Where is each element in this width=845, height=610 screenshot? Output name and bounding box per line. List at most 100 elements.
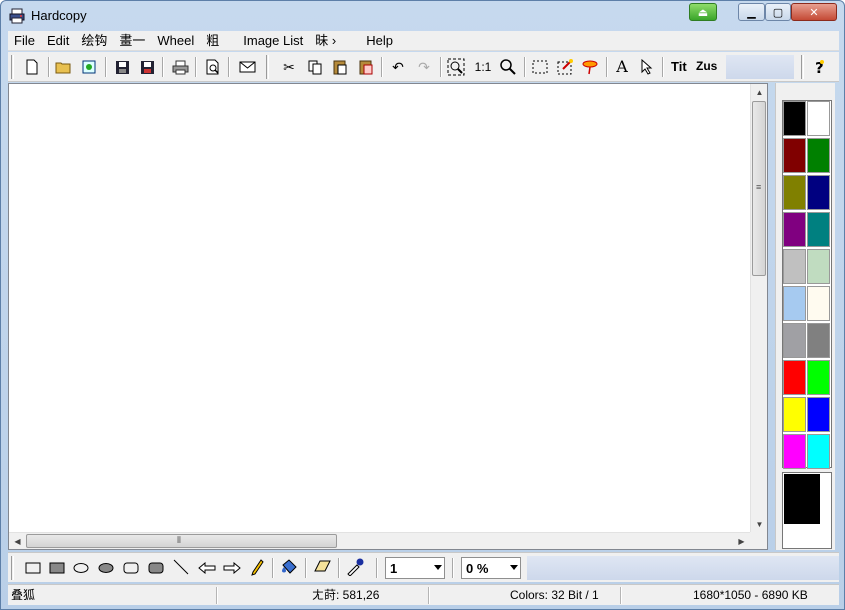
rounded-rect-outline-icon[interactable] xyxy=(123,562,139,574)
image-canvas[interactable]: ▲ ≡ ▼ ◀ ⦀ ▶ xyxy=(8,83,768,550)
toolbar-grip[interactable] xyxy=(266,55,269,79)
vertical-scroll-thumb[interactable]: ≡ xyxy=(752,101,766,276)
rectangle-filled-icon[interactable] xyxy=(49,562,65,574)
line-width-value: 1 xyxy=(390,560,398,576)
color-swatch[interactable] xyxy=(783,397,806,432)
menu-item-4[interactable]: 畫一 xyxy=(113,31,151,51)
save-as-icon[interactable] xyxy=(136,56,158,78)
menu-bar: File Edit 绘钩 畫一 Wheel 粗 Image List 昧 › H… xyxy=(8,31,839,51)
color-swatch[interactable] xyxy=(783,101,806,136)
menu-item-3[interactable]: 绘钩 xyxy=(75,31,113,51)
ellipse-outline-icon[interactable] xyxy=(73,562,89,574)
arrow-right-icon[interactable] xyxy=(223,562,241,574)
copy-icon[interactable] xyxy=(304,56,326,78)
color-swatch[interactable] xyxy=(807,101,830,136)
fill-bucket-icon[interactable] xyxy=(280,558,298,576)
rounded-rect-filled-icon[interactable] xyxy=(148,562,164,574)
close-button[interactable]: ✕ xyxy=(791,3,837,21)
color-swatch[interactable] xyxy=(783,434,806,469)
magic-select-icon[interactable] xyxy=(554,56,576,78)
print-preview-icon[interactable] xyxy=(202,56,224,78)
maximize-button[interactable]: ▢ xyxy=(765,3,791,21)
color-swatch[interactable] xyxy=(807,323,830,358)
toolbar-separator xyxy=(272,558,274,578)
scroll-right-icon[interactable]: ▶ xyxy=(733,533,750,550)
status-bar: 叠狐 ㄤ莳: 581,26 Colors: 32 Bit / 1 1680*10… xyxy=(8,584,839,605)
rectangle-outline-icon[interactable] xyxy=(25,562,41,574)
toolbar-empty-band xyxy=(527,556,839,580)
new-document-icon[interactable] xyxy=(21,56,43,78)
paste-special-icon[interactable] xyxy=(355,56,377,78)
open-folder-icon[interactable] xyxy=(53,56,75,78)
lasso-icon[interactable] xyxy=(579,56,601,78)
toolbar-grip[interactable] xyxy=(801,55,804,79)
open-image-icon[interactable] xyxy=(79,56,101,78)
addition-text-button[interactable]: Zus xyxy=(696,59,717,73)
scroll-down-icon[interactable]: ▼ xyxy=(751,516,768,533)
printer-app-icon xyxy=(9,8,25,24)
menu-edit[interactable]: Edit xyxy=(41,31,75,51)
main-toolbar: ✂ ↶ ↷ 1:1 A Tit Zus ? xyxy=(8,52,839,82)
green-arrow-button[interactable]: ⏏ xyxy=(689,3,717,21)
zoom-fit-icon[interactable] xyxy=(445,56,467,78)
color-swatch[interactable] xyxy=(807,249,830,284)
percent-select[interactable]: 0 % xyxy=(461,557,521,579)
help-icon[interactable]: ? xyxy=(808,56,830,78)
save-icon[interactable] xyxy=(111,56,133,78)
color-swatch[interactable] xyxy=(783,212,806,247)
toolbar-separator xyxy=(381,57,383,77)
color-swatch[interactable] xyxy=(783,175,806,210)
toolbar-grip[interactable] xyxy=(11,556,14,580)
eraser-icon[interactable] xyxy=(314,559,332,573)
toolbar-separator xyxy=(440,57,442,77)
ellipse-filled-icon[interactable] xyxy=(98,562,114,574)
menu-help[interactable]: Help xyxy=(360,31,399,51)
current-color-box[interactable] xyxy=(782,472,832,549)
menu-file[interactable]: File xyxy=(8,31,41,51)
line-width-select[interactable]: 1 xyxy=(385,557,445,579)
horizontal-scrollbar[interactable]: ◀ ⦀ ▶ xyxy=(9,532,750,549)
scroll-up-icon[interactable]: ▲ xyxy=(751,84,768,101)
color-swatch[interactable] xyxy=(783,360,806,395)
menu-image-list[interactable]: Image List xyxy=(237,31,309,51)
color-swatch[interactable] xyxy=(807,286,830,321)
scroll-corner xyxy=(750,532,767,549)
zoom-1to1-button[interactable]: 1:1 xyxy=(471,56,495,78)
color-swatch[interactable] xyxy=(783,323,806,358)
color-swatch[interactable] xyxy=(783,138,806,173)
zoom-icon[interactable] xyxy=(497,56,519,78)
toolbar-separator xyxy=(305,558,307,578)
eyedropper-icon[interactable] xyxy=(346,558,364,576)
menu-item-8[interactable]: 昧 › xyxy=(309,31,342,51)
pointer-icon[interactable] xyxy=(636,56,658,78)
color-swatch[interactable] xyxy=(807,397,830,432)
cut-icon[interactable]: ✂ xyxy=(278,56,300,78)
color-swatch[interactable] xyxy=(807,138,830,173)
scroll-left-icon[interactable]: ◀ xyxy=(9,533,26,550)
horizontal-scroll-thumb[interactable]: ⦀ xyxy=(26,534,337,548)
minimize-button[interactable]: ▁ xyxy=(738,3,765,21)
undo-icon[interactable]: ↶ xyxy=(387,56,409,78)
print-icon[interactable] xyxy=(169,56,191,78)
toolbar-separator xyxy=(105,57,107,77)
color-swatch[interactable] xyxy=(807,434,830,469)
menu-wheel[interactable]: Wheel xyxy=(151,31,200,51)
paste-icon[interactable] xyxy=(329,56,351,78)
color-swatch[interactable] xyxy=(807,360,830,395)
arrow-left-icon[interactable] xyxy=(198,562,216,574)
color-swatch[interactable] xyxy=(807,175,830,210)
toolbar-grip[interactable] xyxy=(11,55,14,79)
redo-icon[interactable]: ↷ xyxy=(413,56,435,78)
pencil-icon[interactable] xyxy=(250,559,264,577)
line-icon[interactable] xyxy=(173,559,189,575)
color-swatch[interactable] xyxy=(783,286,806,321)
text-tool-icon[interactable]: A xyxy=(611,56,633,78)
vertical-scrollbar[interactable]: ▲ ≡ ▼ xyxy=(750,84,767,533)
color-swatch[interactable] xyxy=(807,212,830,247)
title-text-button[interactable]: Tit xyxy=(671,59,687,74)
title-bar: Hardcopy ⏏ ▁ ▢ ✕ xyxy=(1,1,844,31)
rect-select-icon[interactable] xyxy=(529,56,551,78)
menu-item-6[interactable]: 粗 xyxy=(200,31,225,51)
mail-icon[interactable] xyxy=(236,56,258,78)
color-swatch[interactable] xyxy=(783,249,806,284)
